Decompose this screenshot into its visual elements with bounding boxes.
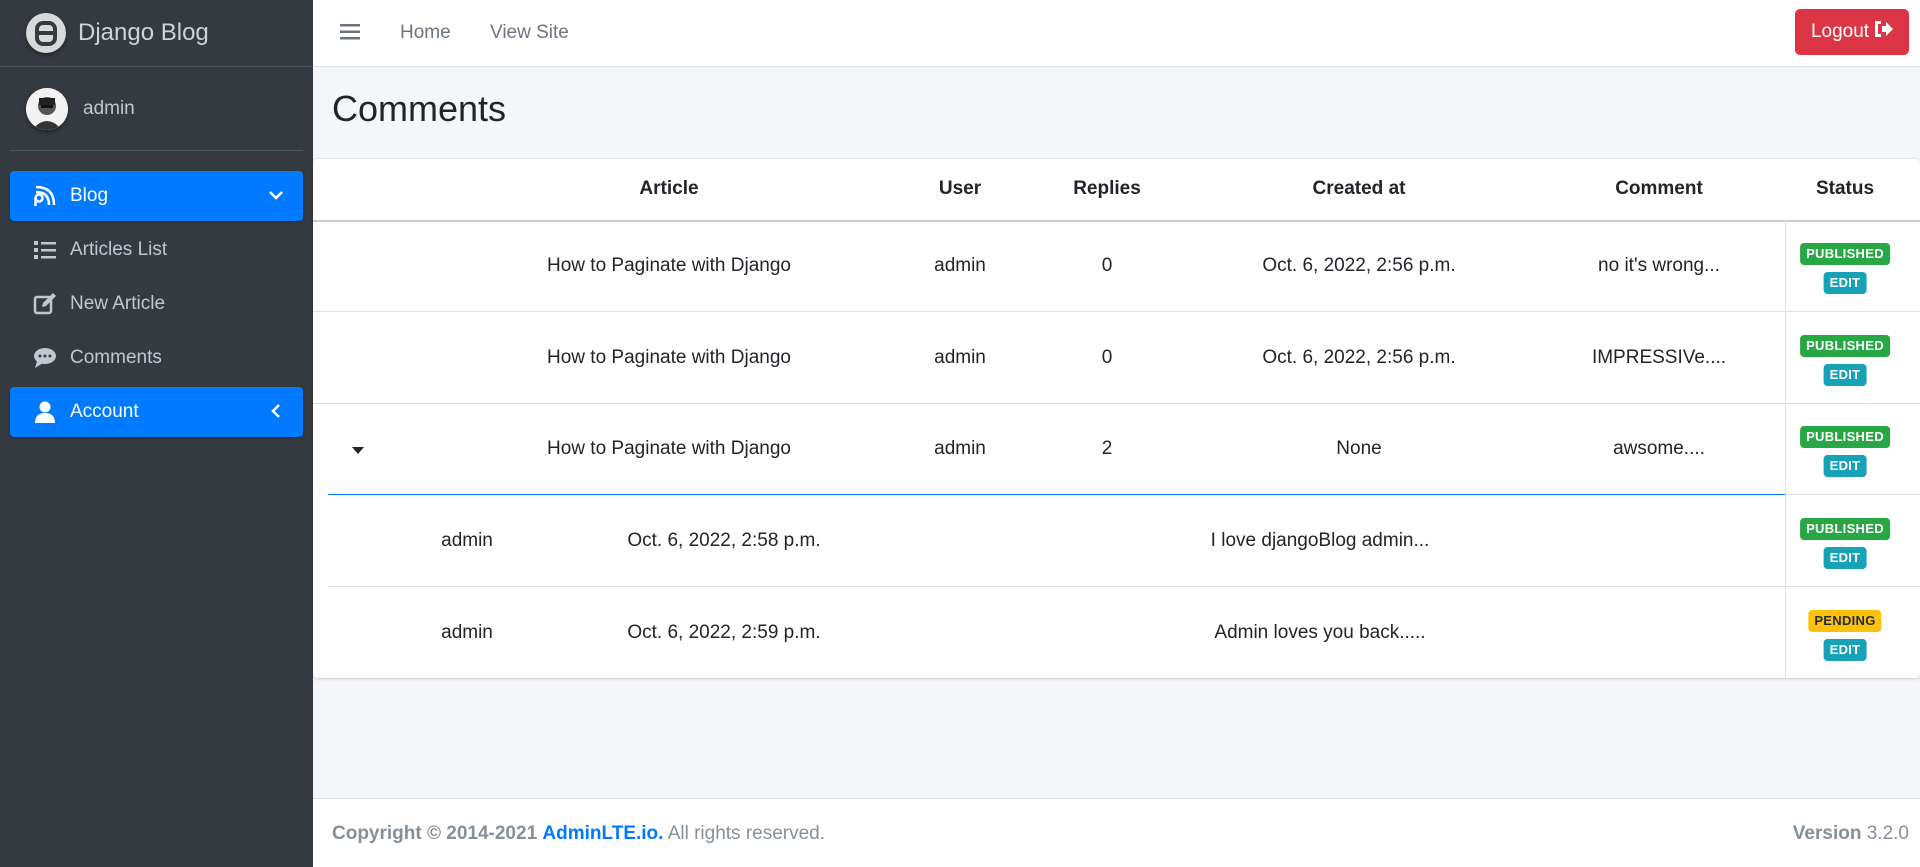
status-column-divider (1785, 221, 1786, 678)
sidebar-nav: Blog Articles List New Article Comments (0, 151, 313, 437)
blog-icon (32, 183, 58, 209)
sidebar-item-comments[interactable]: Comments (10, 333, 303, 383)
caret-down-icon[interactable] (351, 443, 365, 461)
row-replies: 0 (1101, 255, 1113, 276)
copyright-text: Copyright © 2014-2021 AdminLTE.io. All r… (332, 823, 825, 845)
brand-title: Django Blog (78, 19, 209, 46)
status-badge[interactable]: PUBLISHED (1800, 518, 1890, 540)
user-icon (32, 399, 58, 425)
brand-link[interactable]: Django Blog (0, 0, 313, 67)
chevron-left-icon (267, 402, 285, 426)
logout-button[interactable]: Logout (1795, 9, 1909, 55)
comments-icon (32, 345, 58, 371)
copyright-label: Copyright © 2014-2021 (332, 823, 538, 844)
column-header-user: User (938, 178, 982, 199)
sidebar-item-label: Comments (70, 347, 162, 368)
status-badge[interactable]: PUBLISHED (1800, 426, 1890, 448)
edit-button[interactable]: EDIT (1823, 364, 1867, 386)
avatar (26, 87, 68, 130)
reply-created-at: Oct. 6, 2022, 2:58 p.m. (627, 530, 821, 551)
sidebar-item-account[interactable]: Account (10, 387, 303, 437)
header-divider (313, 220, 1920, 222)
row-article[interactable]: How to Paginate with Django (547, 255, 791, 277)
sidebar-item-blog[interactable]: Blog (10, 171, 303, 221)
main-sidebar: Django Blog admin Blog Articles List New… (0, 0, 313, 867)
chevron-down-icon (267, 186, 285, 210)
row-divider (313, 311, 1920, 312)
version-number: 3.2.0 (1866, 823, 1909, 844)
nav-link-view-site[interactable]: View Site (490, 22, 569, 44)
row-article[interactable]: How to Paginate with Django (547, 347, 791, 369)
reply-created-at: Oct. 6, 2022, 2:59 p.m. (627, 622, 821, 643)
column-header-status: Status (1815, 178, 1875, 199)
status-badge[interactable]: PUBLISHED (1800, 243, 1890, 265)
reply-user: admin (441, 530, 493, 551)
column-header-replies: Replies (1073, 178, 1141, 199)
nav-link-home[interactable]: Home (400, 22, 451, 44)
row-divider (328, 586, 1920, 587)
row-replies: 0 (1101, 347, 1113, 368)
list-icon (32, 237, 58, 263)
reply-comment: I love djangoBlog admin... (1210, 530, 1430, 551)
version-info: Version 3.2.0 (1793, 823, 1909, 845)
edit-button[interactable]: EDIT (1823, 455, 1867, 477)
sidebar-item-label: New Article (70, 293, 166, 314)
row-comment: IMPRESSIVe.... (1591, 347, 1727, 368)
status-badge[interactable]: PUBLISHED (1800, 335, 1890, 357)
row-replies: 2 (1101, 438, 1113, 459)
row-user: admin (934, 255, 986, 276)
page-title: Comments (332, 88, 507, 129)
sign-out-icon (1873, 20, 1894, 44)
user-name[interactable]: admin (83, 98, 135, 120)
version-label: Version (1792, 823, 1862, 844)
reply-comment: Admin loves you back..... (1214, 622, 1426, 643)
sidebar-item-label: Blog (70, 185, 109, 206)
reply-user: admin (441, 622, 493, 643)
logout-label: Logout (1810, 21, 1870, 42)
edit-button[interactable]: EDIT (1823, 272, 1867, 294)
column-header-created-at: Created at (1312, 178, 1406, 199)
expanded-row-divider (328, 494, 1785, 495)
sidebar-item-articles-list[interactable]: Articles List (10, 225, 303, 275)
top-navbar: Home View Site Logout (313, 0, 1920, 67)
brand-logo-icon (26, 13, 66, 53)
row-comment: awsome.... (1613, 438, 1705, 459)
column-header-article: Article (639, 178, 699, 199)
sidebar-item-label: Articles List (70, 239, 168, 260)
column-header-comment: Comment (1615, 178, 1703, 199)
rights-text: All rights reserved. (667, 823, 826, 844)
user-panel[interactable]: admin (10, 67, 303, 151)
row-created-at: Oct. 6, 2022, 2:56 p.m. (1262, 347, 1456, 368)
sidebar-item-label: Account (70, 401, 139, 422)
row-comment: no it's wrong... (1598, 255, 1720, 276)
sidebar-item-new-article[interactable]: New Article (10, 279, 303, 329)
main-footer: Copyright © 2014-2021 AdminLTE.io. All r… (313, 798, 1920, 867)
edit-button[interactable]: EDIT (1823, 639, 1867, 661)
row-user: admin (934, 347, 986, 368)
status-badge[interactable]: PENDING (1808, 610, 1882, 632)
row-user: admin (934, 438, 986, 459)
row-divider (1785, 494, 1920, 495)
hamburger-menu-icon[interactable] (340, 23, 360, 46)
adminlte-link[interactable]: AdminLTE.io. (542, 823, 663, 844)
edit-icon (32, 291, 58, 317)
edit-button[interactable]: EDIT (1823, 547, 1867, 569)
row-article[interactable]: How to Paginate with Django (547, 438, 791, 460)
row-divider (313, 403, 1920, 404)
row-created-at: Oct. 6, 2022, 2:56 p.m. (1262, 255, 1456, 276)
comments-table: Article User Replies Created at Comment … (313, 159, 1920, 678)
row-created-at: None (1336, 438, 1382, 459)
